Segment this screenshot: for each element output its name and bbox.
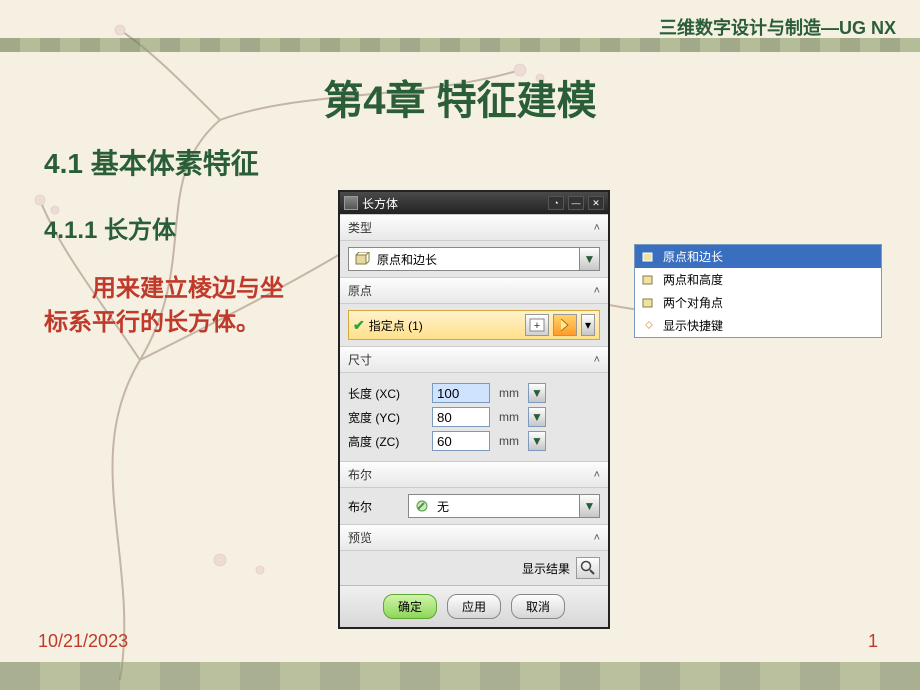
flyout-label: 显示快捷键 — [663, 317, 723, 334]
cube-icon — [353, 250, 371, 268]
dialog-title: 长方体 — [362, 195, 398, 212]
boolean-label: 布尔 — [348, 498, 402, 515]
unit-label: mm — [496, 434, 522, 448]
length-spin[interactable]: ▼ — [528, 383, 546, 403]
length-input[interactable] — [432, 383, 490, 403]
unit-label: mm — [496, 386, 522, 400]
chevron-up-icon: ˄ — [594, 222, 600, 234]
point-picker-button[interactable]: + — [525, 314, 549, 336]
chevron-up-icon: ˄ — [594, 469, 600, 481]
section-label: 布尔 — [348, 466, 372, 483]
page-number: 1 — [868, 631, 878, 652]
flyout-item-two-diagonal[interactable]: 两个对角点 — [635, 291, 881, 314]
block-dialog: 长方体 ◔ — ✕ 类型 ˄ 原点和边长 ▼ 原点 ˄ ✔ 指定点 (1) + — [338, 190, 610, 629]
pin-button[interactable]: ◔ — [548, 196, 564, 210]
flyout-item-origin-edge[interactable]: 原点和边长 — [635, 245, 881, 268]
section-header-type[interactable]: 类型 ˄ — [340, 214, 608, 241]
section-header-bool[interactable]: 布尔 ˄ — [340, 461, 608, 488]
none-icon — [413, 497, 431, 515]
cube-icon — [641, 250, 657, 264]
dropdown-button[interactable]: ▼ — [579, 495, 599, 517]
chevron-up-icon: ˄ — [594, 354, 600, 366]
point-type-dropdown[interactable]: ▾ — [581, 314, 595, 336]
key-icon: ⬦ — [641, 319, 657, 333]
footer-date: 10/21/2023 — [38, 631, 128, 652]
type-combo-value: 原点和边长 — [375, 251, 579, 268]
cube-icon — [641, 296, 657, 310]
show-result-label: 显示结果 — [522, 560, 570, 577]
chevron-up-icon: ˄ — [594, 532, 600, 544]
close-button[interactable]: ✕ — [588, 196, 604, 210]
section-header-size[interactable]: 尺寸 ˄ — [340, 346, 608, 373]
chapter-title: 第4章 特征建模 — [0, 68, 920, 126]
length-row: 长度 (XC) mm ▼ — [348, 383, 600, 403]
flyout-item-two-pts-height[interactable]: 两点和高度 — [635, 268, 881, 291]
dialog-buttons: 确定 应用 取消 — [340, 585, 608, 627]
cancel-button[interactable]: 取消 — [511, 594, 565, 619]
show-result-button[interactable] — [576, 557, 600, 579]
dialog-icon — [344, 196, 358, 210]
specify-point-label: 指定点 (1) — [369, 317, 521, 334]
apply-button[interactable]: 应用 — [447, 594, 501, 619]
flyout-label: 原点和边长 — [663, 248, 723, 265]
boolean-combo-value: 无 — [435, 498, 579, 515]
flyout-label: 两个对角点 — [663, 294, 723, 311]
length-label: 长度 (XC) — [348, 385, 426, 402]
flyout-item-shortcuts[interactable]: ⬦ 显示快捷键 — [635, 314, 881, 337]
type-dropdown-list: 原点和边长 两点和高度 两个对角点 ⬦ 显示快捷键 — [634, 244, 882, 338]
chevron-up-icon: ˄ — [594, 285, 600, 297]
width-input[interactable] — [432, 407, 490, 427]
svg-text:+: + — [534, 320, 540, 332]
height-input[interactable] — [432, 431, 490, 451]
dialog-titlebar[interactable]: 长方体 ◔ — ✕ — [340, 192, 608, 214]
height-row: 高度 (ZC) mm ▼ — [348, 431, 600, 451]
width-row: 宽度 (YC) mm ▼ — [348, 407, 600, 427]
section-label: 类型 — [348, 219, 372, 236]
section-title: 4.1 基本体素特征 — [44, 142, 259, 182]
unit-label: mm — [496, 410, 522, 424]
height-label: 高度 (ZC) — [348, 433, 426, 450]
check-icon: ✔ — [353, 317, 365, 334]
decorative-top-banner — [0, 38, 920, 52]
ok-button[interactable]: 确定 — [383, 594, 437, 619]
section-header-preview[interactable]: 预览 ˄ — [340, 524, 608, 551]
boolean-combo[interactable]: 无 ▼ — [408, 494, 600, 518]
section-header-origin[interactable]: 原点 ˄ — [340, 277, 608, 304]
section-label: 尺寸 — [348, 351, 372, 368]
doc-title: 三维数字设计与制造—UG NX — [659, 14, 896, 40]
magnifier-icon — [580, 560, 596, 576]
flyout-label: 两点和高度 — [663, 271, 723, 288]
width-label: 宽度 (YC) — [348, 409, 426, 426]
minimize-button[interactable]: — — [568, 196, 584, 210]
cube-icon — [641, 273, 657, 287]
height-spin[interactable]: ▼ — [528, 431, 546, 451]
width-spin[interactable]: ▼ — [528, 407, 546, 427]
decorative-bottom-banner — [0, 662, 920, 690]
dropdown-button[interactable]: ▼ — [579, 248, 599, 270]
inferred-point-button[interactable] — [553, 314, 577, 336]
subsection-title: 4.1.1 长方体 — [44, 210, 176, 245]
section-label: 预览 — [348, 529, 372, 546]
body-text: 用来建立棱边与坐标系平行的长方体。 — [44, 272, 294, 339]
type-combo[interactable]: 原点和边长 ▼ — [348, 247, 600, 271]
specify-point-row[interactable]: ✔ 指定点 (1) + ▾ — [348, 310, 600, 340]
section-label: 原点 — [348, 282, 372, 299]
